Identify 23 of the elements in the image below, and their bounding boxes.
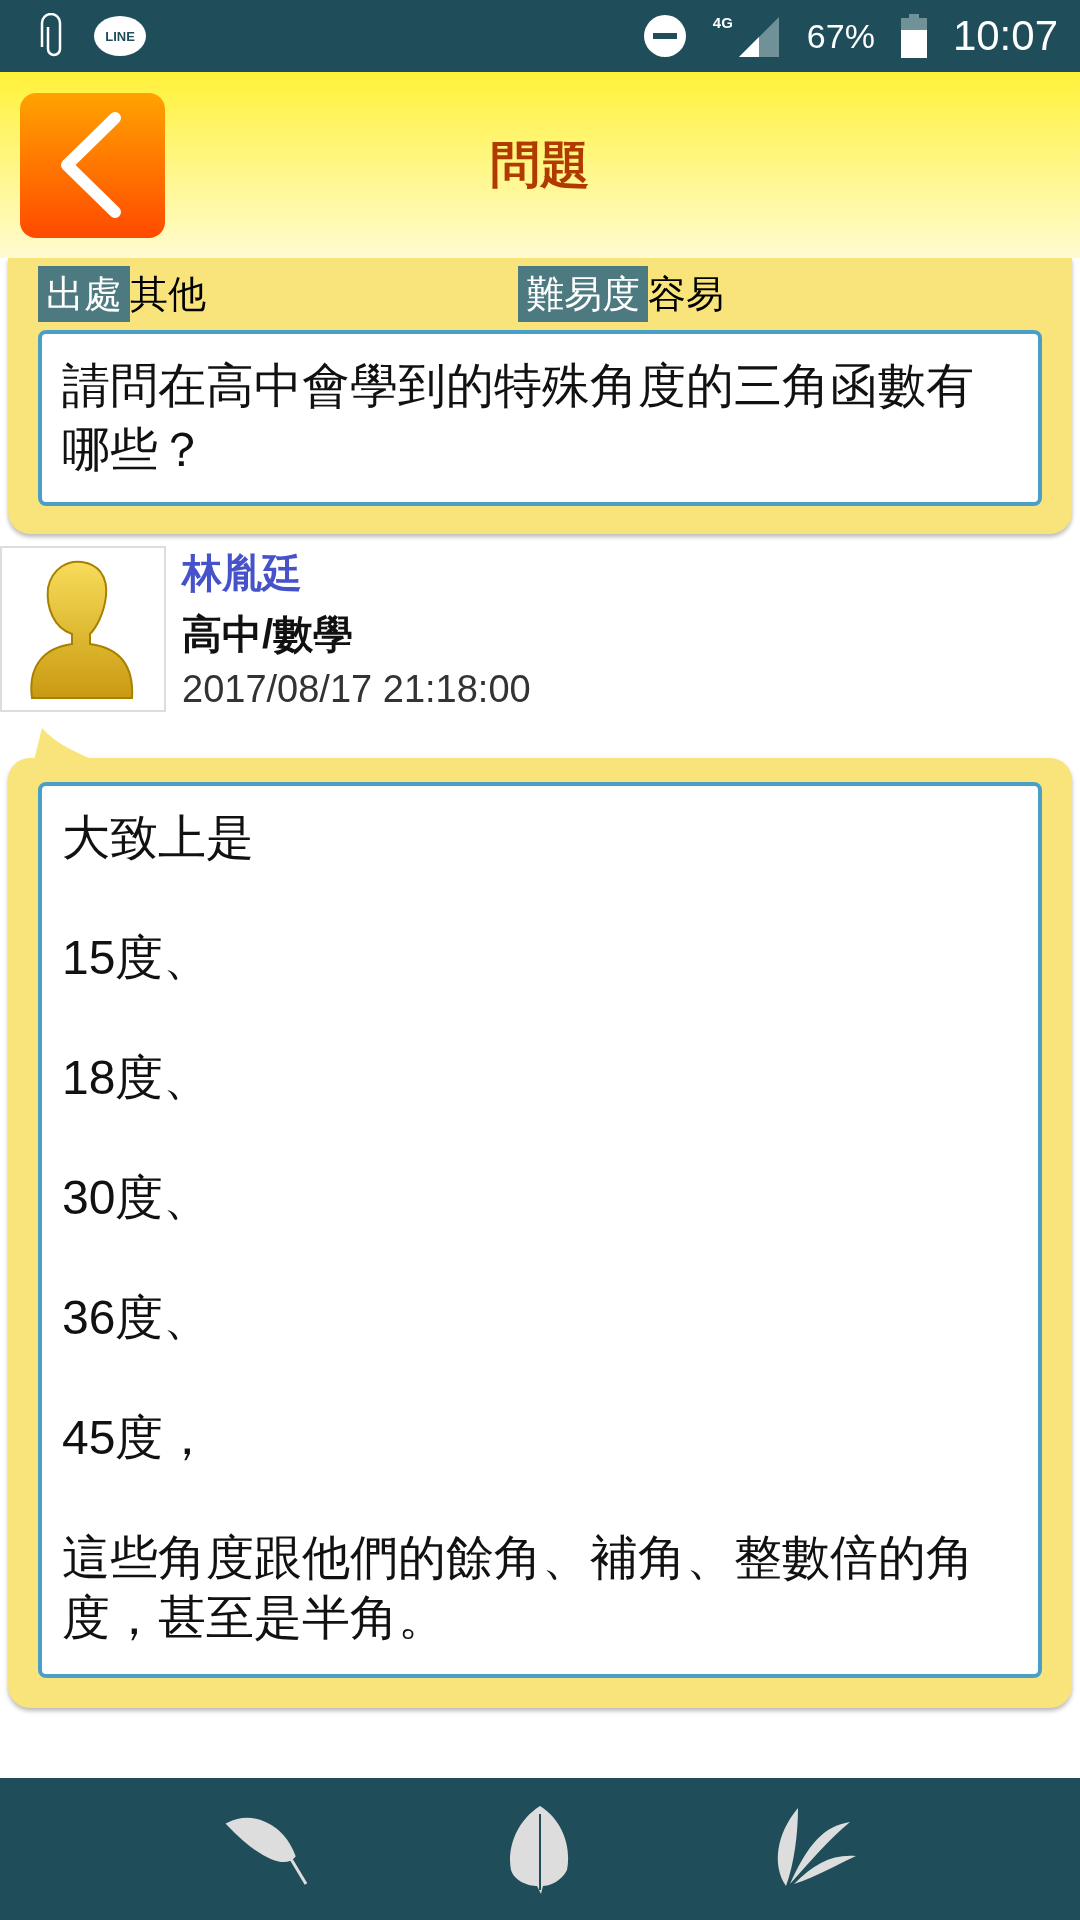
answer-paragraph: 這些角度跟他們的餘角、補角、整數倍的角度，甚至是半角。 [62,1530,975,1646]
difficulty-value: 容易 [648,271,724,317]
source-value: 其他 [130,271,206,317]
network-type: 4G [712,14,733,30]
question-text: 請問在高中會學到的特殊角度的三角函數有哪些？ [38,330,1042,506]
answer-paragraph: 45度， [62,1410,213,1466]
answer-paragraph: 18度、 [62,1050,213,1106]
battery-icon [900,14,927,58]
battery-percent: 67% [806,16,875,56]
back-button[interactable] [20,92,165,238]
post-date: 2017/08/17 21:18:00 [182,668,531,711]
answer-paragraph: 15度、 [62,930,213,986]
subject: 高中/數學 [182,611,355,658]
author-name[interactable]: 林胤廷 [182,546,531,601]
difficulty-label: 難易度 [518,266,648,322]
clock: 10:07 [952,12,1058,60]
answer-paragraph: 36度、 [62,1290,213,1346]
line-app-icon: LINE [94,16,146,56]
answer-paragraph: 30度、 [62,1170,213,1226]
answer-paragraph: 大致上是 [62,810,255,866]
source-label: 出處 [38,266,130,322]
do-not-disturb-icon [642,14,687,58]
page-title: 問題 [489,135,591,195]
